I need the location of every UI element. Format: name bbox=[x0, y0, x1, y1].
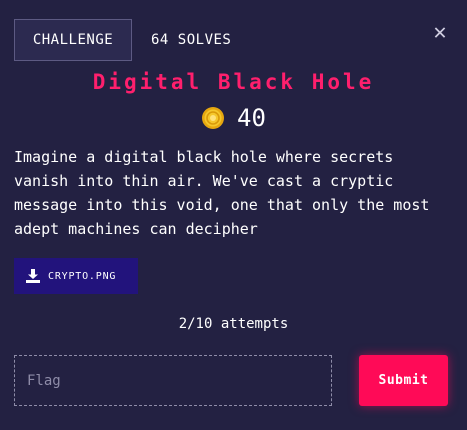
download-icon bbox=[26, 269, 40, 283]
download-file-label: CRYPTO.PNG bbox=[48, 270, 117, 282]
attempts-counter: 2/10 attempts bbox=[178, 316, 289, 332]
challenge-description: Imagine a digital black hole where secre… bbox=[14, 148, 430, 238]
submit-button[interactable]: Submit bbox=[359, 355, 448, 406]
close-button[interactable]: ✕ bbox=[429, 22, 451, 44]
challenge-title: Digital Black Hole bbox=[92, 70, 375, 94]
tab-solves-label: 64 SOLVES bbox=[151, 32, 232, 48]
challenge-value: 40 bbox=[237, 104, 266, 132]
coin-icon bbox=[202, 107, 225, 129]
tab-solves[interactable]: 64 SOLVES bbox=[151, 19, 231, 61]
close-icon: ✕ bbox=[433, 20, 447, 45]
tab-challenge-label: CHALLENGE bbox=[32, 32, 114, 48]
flag-input[interactable] bbox=[14, 355, 332, 406]
tab-challenge[interactable]: CHALLENGE bbox=[14, 19, 132, 61]
challenge-value-row: 40 bbox=[0, 104, 467, 132]
challenge-modal: CHALLENGE 64 SOLVES ✕ Digital Black Hole… bbox=[0, 0, 467, 430]
download-file-button[interactable]: CRYPTO.PNG bbox=[14, 258, 138, 294]
